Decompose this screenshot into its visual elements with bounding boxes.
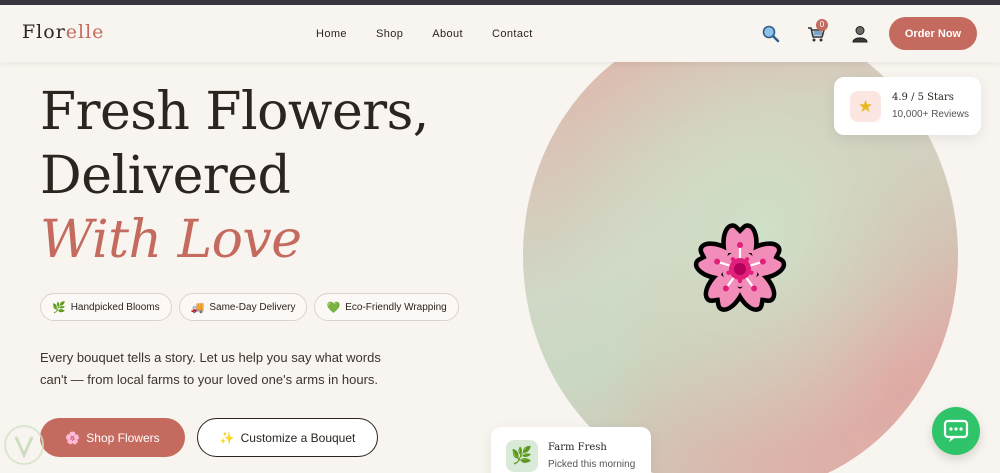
farm-fresh-subtitle: Picked this morning: [548, 459, 636, 470]
chat-button[interactable]: [932, 407, 980, 455]
headline-line-3: With Love: [40, 210, 302, 270]
shop-flowers-label: Shop Flowers: [86, 430, 160, 445]
flower-icon: [693, 223, 787, 312]
customize-bouquet-label: Customize a Bouquet: [240, 430, 356, 445]
cart-icon[interactable]: 0: [806, 19, 828, 44]
nav-link-shop[interactable]: Shop: [376, 28, 403, 40]
watermark-logo: [4, 425, 44, 465]
blossom-icon: 🌸: [65, 430, 81, 445]
brand-name-part2: elle: [65, 21, 105, 43]
leaf-icon: 🌿: [506, 440, 538, 472]
leaf-icon: 🌿: [52, 301, 66, 314]
order-now-button[interactable]: Order Now: [889, 17, 977, 50]
nav-links: Home Shop About Contact: [316, 28, 533, 40]
customize-bouquet-button[interactable]: ✨ Customize a Bouquet: [197, 418, 378, 457]
star-icon: ★: [850, 91, 881, 122]
rating-card: ★ 4.9 / 5 Stars 10,000+ Reviews: [834, 77, 981, 135]
chat-icon: [943, 419, 969, 442]
user-icon[interactable]: [850, 24, 870, 44]
nav-link-about[interactable]: About: [432, 28, 463, 40]
brand-logo[interactable]: Florelle: [22, 21, 104, 43]
feature-pills: 🌿 Handpicked Blooms 🚚 Same-Day Delivery …: [40, 293, 459, 321]
feature-pill-delivery: 🚚 Same-Day Delivery: [178, 293, 308, 321]
green-heart-icon: 💚: [326, 301, 341, 314]
truck-icon: 🚚: [190, 301, 205, 314]
farm-fresh-card: 🌿 Farm Fresh Picked this morning: [491, 427, 651, 473]
headline-line-1: Fresh Flowers,: [40, 82, 429, 142]
nav-link-home[interactable]: Home: [316, 28, 347, 40]
feature-label: Same-Day Delivery: [209, 301, 296, 313]
shop-flowers-button[interactable]: 🌸 Shop Flowers: [40, 418, 185, 457]
feature-pill-eco: 💚 Eco-Friendly Wrapping: [314, 293, 459, 321]
rating-subtitle: 10,000+ Reviews: [892, 109, 969, 120]
sparkles-icon: ✨: [219, 430, 235, 445]
search-icon[interactable]: [761, 24, 781, 44]
rating-title: 4.9 / 5 Stars: [892, 92, 954, 103]
feature-label: Handpicked Blooms: [70, 301, 160, 313]
farm-fresh-title: Farm Fresh: [548, 442, 607, 453]
feature-label: Eco-Friendly Wrapping: [345, 301, 447, 313]
navbar: Florelle Home Shop About Contact 0 Order…: [0, 5, 1000, 62]
headline-line-2: Delivered: [40, 146, 291, 206]
hero-description: Every bouquet tells a story. Let us help…: [40, 350, 381, 387]
cart-count-badge: 0: [816, 19, 828, 31]
hero-headline: Fresh Flowers, Delivered With Love: [40, 80, 429, 272]
brand-name-part1: Flor: [22, 21, 66, 43]
nav-link-contact[interactable]: Contact: [492, 28, 533, 40]
feature-pill-handpicked: 🌿 Handpicked Blooms: [40, 293, 172, 321]
